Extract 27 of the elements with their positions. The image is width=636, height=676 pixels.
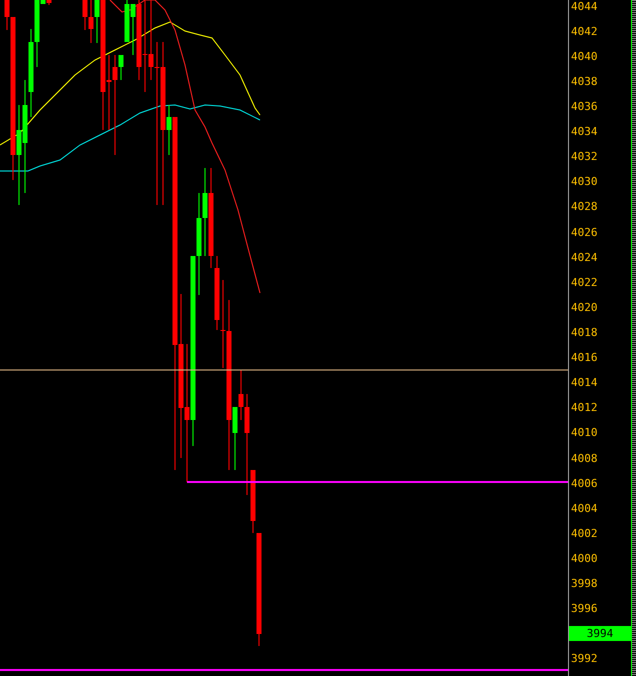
price-label: 4014	[570, 376, 598, 390]
price-label: 4042	[570, 24, 598, 38]
price-label: 4002	[570, 526, 598, 540]
price-label: 4040	[570, 50, 598, 63]
price-label: 3998	[570, 577, 598, 590]
price-label: 4024	[570, 250, 598, 264]
price-label: 4020	[570, 300, 598, 314]
price-label: 4008	[570, 452, 598, 465]
price-label: 3996	[570, 602, 598, 616]
price-label: 4016	[570, 351, 598, 364]
price-label: 4030	[570, 175, 598, 188]
price-label: 4032	[570, 150, 598, 164]
price-label: 4012	[570, 401, 598, 414]
price-label: 4036	[570, 100, 598, 113]
price-label: 4018	[570, 326, 598, 339]
price-label: 4034	[570, 125, 598, 138]
price-label: 4006	[570, 476, 598, 490]
price-label: 3992	[570, 652, 598, 666]
price-label: 4004	[570, 502, 598, 515]
price-label: 4000	[570, 552, 598, 565]
price-label: 4022	[570, 276, 598, 289]
price-label: 4028	[570, 200, 598, 214]
current-price-badge: 3994	[569, 626, 631, 642]
price-label: 4026	[570, 226, 598, 239]
price-label: 4010	[570, 426, 598, 440]
price-label: 4044	[570, 0, 598, 13]
price-label: 4038	[570, 74, 598, 88]
